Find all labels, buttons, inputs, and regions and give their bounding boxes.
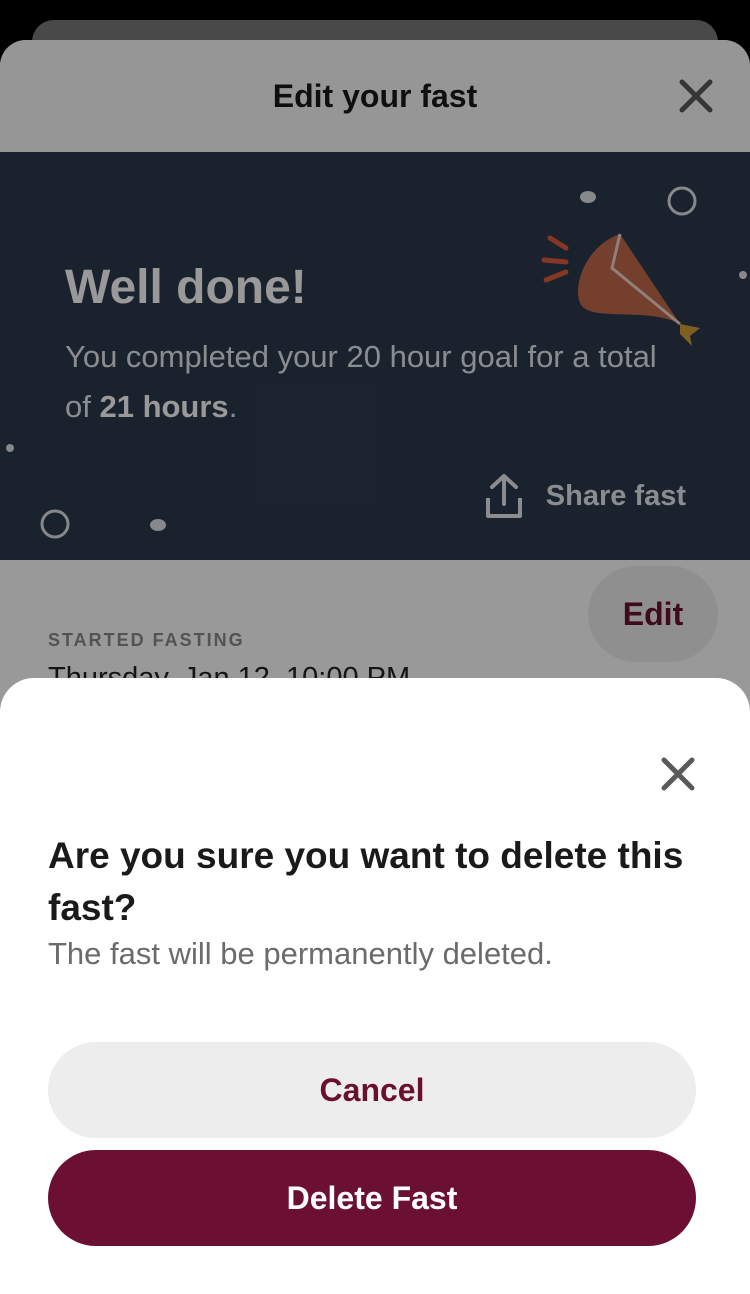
delete-confirmation-modal: Are you sure you want to delete this fas… [0,678,750,1294]
modal-subtitle: The fast will be permanently deleted. [48,936,553,971]
cancel-button[interactable]: Cancel [48,1042,696,1138]
delete-fast-button[interactable]: Delete Fast [48,1150,696,1246]
close-icon[interactable] [658,754,698,794]
modal-title: Are you sure you want to delete this fas… [48,835,684,928]
